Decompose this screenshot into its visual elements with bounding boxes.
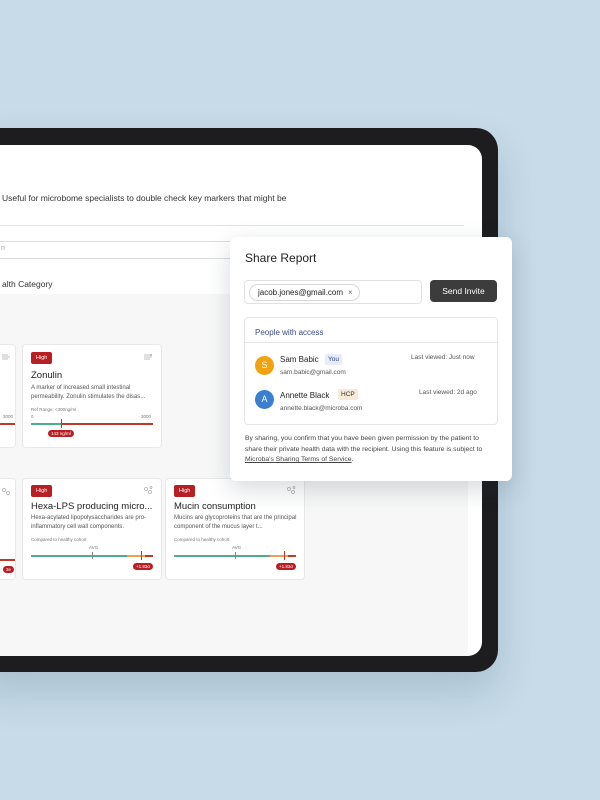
range-bar [0, 423, 15, 425]
card-title: Hexa-LPS producing micro... [31, 501, 153, 512]
range-bar-high [145, 555, 153, 557]
ref-range-label: Ref Range: <300ng/ml [31, 407, 77, 412]
consent-text: By sharing, you confirm that you have be… [245, 434, 497, 466]
tab-people-with-access[interactable]: People with access [255, 328, 324, 343]
divider [0, 225, 464, 226]
marker-card-hexa-lps[interactable]: High Hexa-LPS producing micro... Hexa-ac… [22, 478, 162, 580]
remove-chip-icon[interactable]: × [348, 288, 353, 297]
avg-marker [92, 552, 93, 559]
molecule-icon [144, 486, 153, 494]
value-marker [284, 551, 285, 560]
consent-end: . [351, 456, 354, 463]
card-title: Zonulin [31, 370, 63, 381]
avg-label: AVG [232, 545, 242, 550]
scale-max: 3000 [3, 414, 14, 419]
person-email: sam.babic@gmail.com [280, 369, 346, 376]
card-description: Hexa-acylated lipopolysaccharides are pr… [31, 515, 147, 530]
role-tag: You [325, 354, 342, 365]
range-bar-normal [31, 555, 127, 557]
status-badge: High [174, 485, 196, 497]
avg-label: AVG [89, 545, 99, 550]
scale-min: 0 [31, 414, 34, 419]
marker-card-mucin[interactable]: High Mucin consumption Mucins are glycop… [165, 478, 305, 580]
molecule-icon [287, 486, 296, 494]
terms-link[interactable]: Microba's Sharing Terms of Service [245, 456, 352, 463]
card-title: Mucin consumption [174, 501, 256, 512]
compare-label: Compared to healthy cohort [31, 537, 87, 542]
dialog-title: Share Report [245, 251, 317, 265]
divider [245, 342, 497, 343]
avatar: A [255, 390, 274, 409]
page-subtitle: Useful for microbome specialists to doub… [2, 193, 287, 203]
avg-marker [235, 552, 236, 559]
range-bar-elevated [127, 555, 145, 557]
invite-email-input[interactable]: jacob.jones@gmail.com × [244, 280, 422, 304]
range-bar-normal [31, 423, 61, 425]
card-description: A marker of increased small intestinal p… [31, 385, 146, 400]
range-bar-elevated [270, 555, 288, 557]
status-badge: High [31, 485, 53, 497]
role-tag: HCP [338, 389, 358, 400]
value-marker [61, 419, 62, 428]
person-name: Annette Black [280, 391, 330, 400]
health-category-label: alth Category [2, 279, 53, 289]
value-marker [141, 551, 142, 560]
value-pill: 143 ng/ml [48, 430, 74, 437]
person-email: annette.black@microba.com [280, 405, 363, 412]
share-report-dialog: Share Report jacob.jones@gmail.com × Send… [230, 237, 512, 481]
value-pill: +1.83σ [276, 563, 297, 570]
range-bar-high [288, 555, 296, 557]
last-viewed: Last viewed: 2d ago [419, 389, 477, 396]
value-pill: 3e [3, 566, 15, 573]
search-input[interactable]: n [0, 241, 240, 259]
molecule-icon [2, 488, 10, 495]
people-with-access-panel: People with access S Sam Babic You sam.b… [244, 317, 498, 425]
email-chip: jacob.jones@gmail.com × [249, 284, 360, 301]
range-bar-normal [174, 555, 270, 557]
marker-card-partial[interactable]: 3e [0, 478, 16, 580]
person-name: Sam Babic [280, 355, 319, 364]
send-invite-button[interactable]: Send Invite [430, 280, 497, 302]
compare-label: Compared to healthy cohort [174, 537, 230, 542]
value-pill: +1.83σ [133, 563, 154, 570]
bacteria-icon [144, 354, 152, 360]
marker-card-zonulin[interactable]: High Zonulin A marker of increased small… [22, 344, 162, 448]
consent-body: By sharing, you confirm that you have be… [245, 435, 483, 453]
scale-max: 3000 [141, 414, 152, 419]
email-chip-label: jacob.jones@gmail.com [258, 288, 344, 297]
avatar: S [255, 356, 274, 375]
bacteria-icon [2, 354, 10, 360]
status-badge: High [31, 352, 53, 364]
card-description: Mucins are glycoproteins that are the pr… [174, 515, 297, 530]
marker-card-partial[interactable]: 3000 [0, 344, 16, 448]
range-bar-high [61, 423, 153, 425]
range-bar [0, 559, 15, 561]
search-placeholder: n [1, 245, 5, 252]
last-viewed: Last viewed: Just now [411, 354, 475, 361]
